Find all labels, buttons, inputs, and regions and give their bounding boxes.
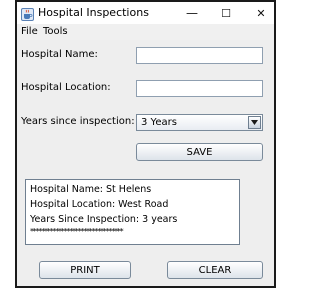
title-bar[interactable]: Hospital Inspections — ☐ ✕ <box>17 2 274 24</box>
menu-file[interactable]: File <box>21 25 38 39</box>
clear-button[interactable]: CLEAR <box>167 261 263 279</box>
output-separator: ********************************* <box>30 227 124 236</box>
close-button[interactable]: ✕ <box>248 2 274 24</box>
output-line-name: Hospital Name: St Helens <box>30 184 152 195</box>
years-select[interactable]: 3 Years <box>136 114 263 131</box>
hospital-location-label: Hospital Location: <box>21 82 111 93</box>
minimize-button[interactable]: — <box>179 2 205 24</box>
output-line-location: Hospital Location: West Road <box>30 199 169 210</box>
years-since-inspection-label: Years since inspection: <box>21 116 135 127</box>
save-button[interactable]: SAVE <box>136 143 263 161</box>
print-button[interactable]: PRINT <box>39 261 131 279</box>
maximize-button[interactable]: ☐ <box>213 2 239 24</box>
chevron-down-icon[interactable] <box>248 116 261 129</box>
years-selected-value: 3 Years <box>141 117 177 128</box>
form-panel: Hospital Name: Hospital Location: Years … <box>17 40 274 286</box>
app-window: Hospital Inspections — ☐ ✕ File Tools Ho… <box>15 0 276 288</box>
menu-bar: File Tools <box>17 24 274 40</box>
output-text-area[interactable]: Hospital Name: St Helens Hospital Locati… <box>25 179 240 245</box>
output-line-years: Years Since Inspection: 3 years <box>30 214 178 225</box>
hospital-name-input[interactable] <box>136 47 263 64</box>
window-title: Hospital Inspections <box>38 6 149 19</box>
hospital-name-label: Hospital Name: <box>21 49 98 60</box>
java-cup-icon <box>21 6 34 21</box>
menu-tools[interactable]: Tools <box>43 25 68 39</box>
hospital-location-input[interactable] <box>136 80 263 97</box>
